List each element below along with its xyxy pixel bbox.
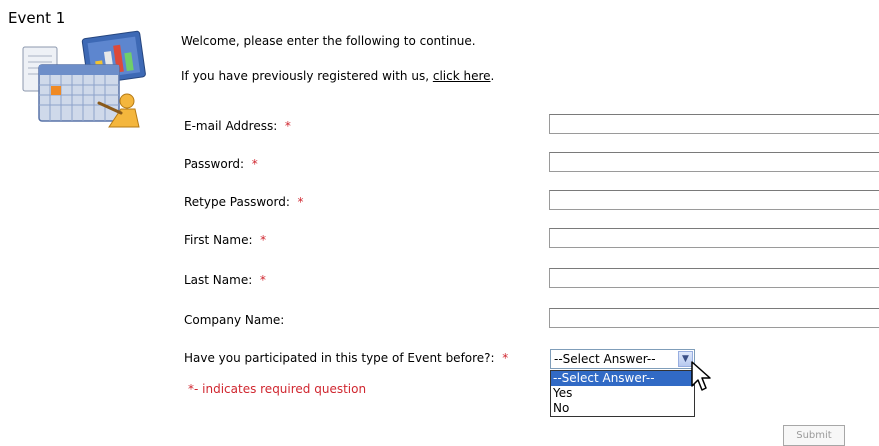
calendar-event-logo-icon: [22, 30, 146, 128]
click-here-link[interactable]: click here: [433, 69, 491, 83]
required-star: *: [251, 157, 258, 171]
registered-suffix: .: [490, 69, 495, 83]
retype-password-label-text: Retype Password:: [184, 195, 290, 209]
email-field[interactable]: [549, 114, 879, 134]
required-star: *: [260, 233, 267, 247]
last-name-field[interactable]: [549, 268, 879, 288]
participation-selected-value: --Select Answer--: [554, 352, 656, 366]
registered-text: If you have previously registered with u…: [181, 69, 494, 84]
company-name-label: Company Name:: [184, 313, 284, 328]
registered-prefix: If you have previously registered with u…: [181, 69, 433, 83]
first-name-field[interactable]: [549, 228, 879, 248]
password-label: Password: *: [184, 157, 258, 172]
last-name-label-text: Last Name:: [184, 273, 253, 287]
mouse-pointer-icon: [691, 361, 711, 391]
company-name-label-text: Company Name:: [184, 313, 285, 327]
first-name-label-text: First Name:: [184, 233, 253, 247]
submit-button[interactable]: Submit: [783, 425, 845, 446]
page-title: Event 1: [8, 9, 66, 27]
participation-dropdown-list[interactable]: --Select Answer-- Yes No: [550, 370, 695, 417]
email-label: E-mail Address: *: [184, 119, 291, 134]
password-label-text: Password:: [184, 157, 245, 171]
last-name-label: Last Name: *: [184, 273, 266, 288]
option-yes[interactable]: Yes: [551, 386, 694, 401]
company-name-field[interactable]: [549, 308, 879, 328]
required-note: *- indicates required question: [188, 382, 367, 396]
participation-question-text: Have you participated in this type of Ev…: [184, 351, 495, 365]
first-name-label: First Name: *: [184, 233, 266, 248]
option-no[interactable]: No: [551, 401, 694, 416]
retype-password-label: Retype Password: *: [184, 195, 304, 210]
option-select-answer[interactable]: --Select Answer--: [551, 371, 694, 386]
retype-password-field[interactable]: [549, 190, 879, 210]
participation-question-label: Have you participated in this type of Ev…: [184, 351, 508, 366]
required-star: *: [502, 351, 509, 365]
required-star: *: [297, 195, 304, 209]
password-field[interactable]: [549, 152, 879, 172]
email-label-text: E-mail Address:: [184, 119, 278, 133]
required-star: *: [284, 119, 291, 133]
participation-select[interactable]: --Select Answer-- ▼: [550, 349, 695, 369]
welcome-text: Welcome, please enter the following to c…: [181, 34, 476, 48]
required-star: *: [259, 273, 266, 287]
